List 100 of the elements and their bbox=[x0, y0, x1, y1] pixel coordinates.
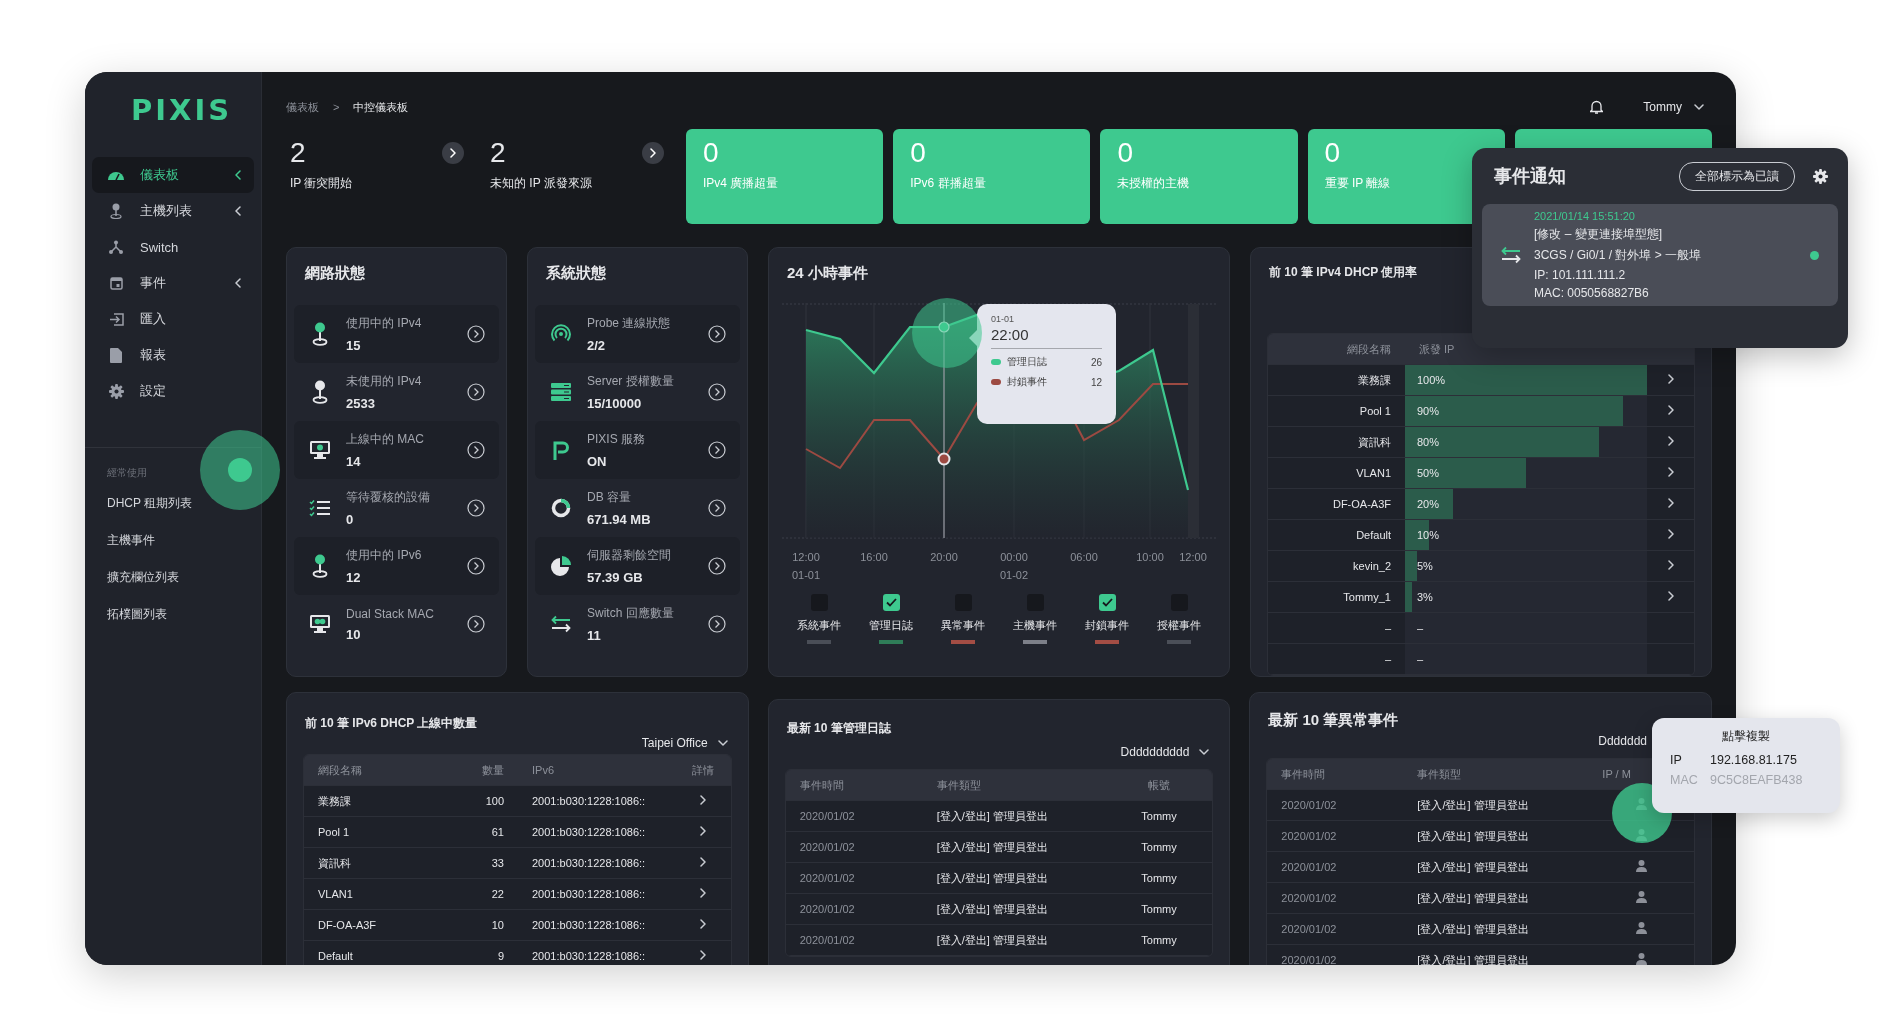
person-icon[interactable] bbox=[1635, 953, 1647, 965]
status-row[interactable]: 使用中的 IPv4 15 bbox=[294, 305, 499, 363]
table-cell-text: 80% bbox=[1416, 436, 1440, 448]
check-icon bbox=[885, 598, 897, 607]
column-header: 事件類型 bbox=[1416, 766, 1463, 782]
status-row[interactable]: PIXIS 服務 ON bbox=[535, 421, 740, 479]
status-label: 等待覆核的設備 bbox=[346, 489, 431, 506]
status-value: 671.94 MB bbox=[587, 512, 652, 527]
breadcrumb-item[interactable]: 儀表板 bbox=[286, 99, 319, 115]
chevron-circle-icon[interactable] bbox=[708, 615, 726, 633]
chevron-icon bbox=[698, 950, 709, 960]
pie-icon bbox=[551, 556, 571, 576]
pin-icon bbox=[312, 554, 328, 578]
checkbox[interactable] bbox=[882, 594, 900, 611]
person-icon[interactable] bbox=[1635, 891, 1647, 903]
status-value: 14 bbox=[346, 454, 362, 469]
chevron-circle-icon[interactable] bbox=[708, 383, 726, 401]
chevron-icon[interactable] bbox=[234, 170, 244, 180]
chevron-circle-icon[interactable] bbox=[467, 441, 485, 459]
axis-label: 12:00 bbox=[792, 551, 820, 563]
status-row[interactable]: DB 容量 671.94 MB bbox=[535, 479, 740, 537]
table-cell-text: 5% bbox=[1416, 560, 1433, 572]
axis-label: 20:00 bbox=[930, 551, 958, 563]
status-row[interactable]: Dual Stack MAC 10 bbox=[294, 595, 499, 653]
status-row[interactable]: 伺服器剩餘空間 57.39 GB bbox=[535, 537, 740, 595]
stat-value: 2 bbox=[490, 137, 506, 169]
table-cell-text: 2020/01/02 bbox=[1280, 892, 1338, 904]
person-icon[interactable] bbox=[1635, 860, 1647, 872]
nav-item[interactable]: 報表 bbox=[92, 337, 254, 373]
shortcut-link[interactable]: DHCP 租期列表 bbox=[107, 495, 261, 512]
nav-item[interactable]: 主機列表 bbox=[92, 193, 254, 229]
chevron-circle-icon[interactable] bbox=[467, 325, 485, 343]
table-cell-text: Pool 1 bbox=[1358, 405, 1392, 417]
chevron-icon bbox=[698, 826, 709, 836]
panel-title: 最新 10 筆異常事件 bbox=[1267, 710, 1400, 730]
chevron-circle-icon[interactable] bbox=[467, 615, 485, 633]
status-row[interactable]: 使用中的 IPv6 12 bbox=[294, 537, 499, 595]
filter-dropdown[interactable]: Taipei Office bbox=[287, 736, 728, 750]
mark-all-read-button[interactable]: 全部標示為已讀 bbox=[1679, 161, 1795, 191]
nav-item[interactable]: Switch bbox=[92, 229, 254, 265]
shortcut-link[interactable]: 擴充欄位列表 bbox=[107, 569, 261, 586]
table-cell-text: 2020/01/02 bbox=[1280, 923, 1338, 935]
chevron-circle-icon[interactable] bbox=[467, 383, 485, 401]
status-label: Probe 連線狀態 bbox=[587, 315, 672, 332]
chevron-icon bbox=[1199, 747, 1210, 757]
person-icon[interactable] bbox=[1635, 922, 1647, 934]
notification-item[interactable]: 2021/01/14 15:51:20 [修改 – 變更連接埠型態] 3CGS / Gi0/1 / 對外埠 > 一般埠 IP: 101.111.111.2 MAC: 0050568827B6 bbox=[1482, 204, 1838, 306]
filter-dropdown[interactable]: Ddddddd bbox=[1250, 734, 1647, 748]
column-header: 網段名稱 bbox=[1346, 341, 1392, 357]
chevron-circle-icon[interactable] bbox=[708, 441, 726, 459]
import-icon bbox=[108, 312, 124, 326]
status-row[interactable]: Switch 回應數量 11 bbox=[535, 595, 740, 653]
data-point bbox=[938, 321, 950, 333]
table-cell-text: – bbox=[1383, 653, 1392, 665]
nav-item[interactable]: 設定 bbox=[92, 373, 254, 409]
copy-row[interactable]: IP 192.168.81.175 bbox=[1670, 753, 1822, 767]
table-cell-text: [登入/登出] 管理員登出 bbox=[1416, 890, 1530, 906]
chevron-circle-icon[interactable] bbox=[467, 557, 485, 575]
nav-item[interactable]: 儀表板 bbox=[92, 157, 254, 193]
table-cell-text: 2020/01/02 bbox=[798, 903, 856, 915]
nav-item[interactable]: 匯入 bbox=[92, 301, 254, 337]
checkbox[interactable] bbox=[1098, 594, 1116, 611]
table-cell-text: 2020/01/02 bbox=[1280, 861, 1338, 873]
chevron-icon bbox=[698, 795, 709, 805]
status-row[interactable]: 等待覆核的設備 0 bbox=[294, 479, 499, 537]
chevron-circle-icon[interactable] bbox=[708, 325, 726, 343]
status-row[interactable]: Probe 連線狀態 2/2 bbox=[535, 305, 740, 363]
chevron-circle-icon[interactable] bbox=[708, 499, 726, 517]
table-cell-text: [登入/登出] 管理員登出 bbox=[1416, 952, 1530, 965]
chevron-icon[interactable] bbox=[234, 278, 244, 288]
arrow-button[interactable] bbox=[442, 142, 464, 164]
user-menu[interactable]: Tommy bbox=[1643, 100, 1704, 114]
status-row[interactable]: Server 授權數量 15/10000 bbox=[535, 363, 740, 421]
nav-item[interactable]: 事件 bbox=[92, 265, 254, 301]
table-cell-text: 2001:b030:1228:1086:: bbox=[531, 857, 647, 869]
table-cell-text: 資訊科 bbox=[1357, 434, 1392, 450]
column-header: 帳號 bbox=[1147, 777, 1171, 793]
bell-icon[interactable] bbox=[1590, 100, 1604, 114]
shortcut-link[interactable]: 拓樸圖列表 bbox=[107, 606, 261, 623]
chevron-icon[interactable] bbox=[234, 206, 244, 216]
monitor-icon bbox=[309, 614, 331, 634]
column-header: 派發 IP bbox=[1418, 341, 1456, 357]
table-cell-text: [登入/登出] 管理員登出 bbox=[935, 901, 1049, 917]
table-cell-text: 2001:b030:1228:1086:: bbox=[531, 919, 647, 931]
table-cell-text: [登入/登出] 管理員登出 bbox=[935, 932, 1049, 948]
section-title: 經常使用 bbox=[107, 466, 148, 480]
chevron-icon bbox=[698, 857, 709, 867]
breadcrumb-item[interactable]: 中控儀表板 bbox=[353, 99, 409, 115]
status-value: 2/2 bbox=[587, 338, 607, 353]
checklist-icon bbox=[309, 499, 331, 517]
column-header: 事件類型 bbox=[935, 777, 982, 793]
status-row[interactable]: 未使用的 IPv4 2533 bbox=[294, 363, 499, 421]
shortcut-link[interactable]: 主機事件 bbox=[107, 532, 261, 549]
arrow-button[interactable] bbox=[642, 142, 664, 164]
chevron-circle-icon[interactable] bbox=[708, 557, 726, 575]
filter-dropdown[interactable]: Dddddddddd bbox=[768, 745, 1210, 759]
status-row[interactable]: 上線中的 MAC 14 bbox=[294, 421, 499, 479]
chevron-circle-icon[interactable] bbox=[467, 499, 485, 517]
legend-label: 主機事件 bbox=[1013, 618, 1057, 633]
pin-icon bbox=[110, 203, 122, 219]
